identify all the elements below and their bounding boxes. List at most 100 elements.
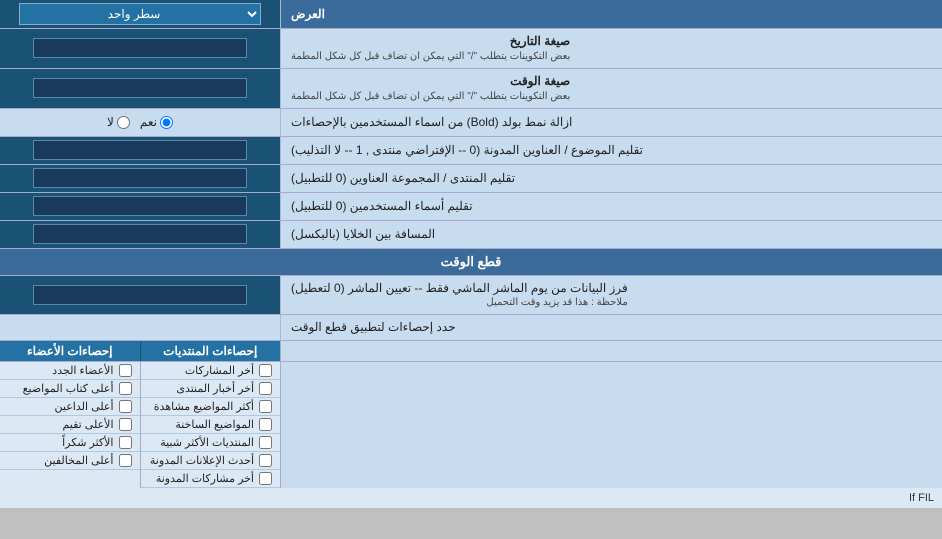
stats-col2-check-2[interactable] [119,400,132,413]
stats-headers: إحصاءات المنتديات إحصاءات الأعضاء [0,341,942,362]
stats-col1-label-5: أحدث الإعلانات المدونة [150,454,254,467]
stats-items-container: أخر المشاركات أخر أخبار المنتدى أكثر الم… [0,362,942,488]
bold-remove-row: ازالة نمط بولد (Bold) من اسماء المستخدمي… [0,109,942,137]
stats-col2-check-1[interactable] [119,382,132,395]
cell-spacing-input-cell: 2 [0,221,280,248]
users-order-input[interactable]: 0 [33,196,247,216]
stats-col2-check-0[interactable] [119,364,132,377]
stats-limit-input-cell [0,315,280,340]
forum-order-input[interactable]: 33 [33,168,247,188]
stats-col1-item-3: المواضيع الساخنة [141,416,281,434]
bold-remove-label: ازالة نمط بولد (Bold) من اسماء المستخدمي… [280,109,942,136]
snapshot-title: فرز البيانات من يوم الماشر الماشي فقط --… [291,280,628,297]
stats-col2-label-0: الأعضاء الجدد [52,364,113,377]
stats-col1-label-4: المنتديات الأكثر شبية [160,436,254,449]
bold-remove-title: ازالة نمط بولد (Bold) من اسماء المستخدمي… [291,114,572,131]
main-container: العرض سطر واحدسطرينثلاثة أسطر صيغة التار… [0,0,942,508]
snapshot-section-title: قطع الوقت [0,249,942,275]
stats-col1-header: إحصاءات المنتديات [140,341,281,361]
stats-col2-item-2: أعلى الداعين [0,398,140,416]
snapshot-section-row: قطع الوقت [0,249,942,276]
stats-col1-item-1: أخر أخبار المنتدى [141,380,281,398]
users-order-title: تقليم أسماء المستخدمين (0 للتطبيل) [291,198,473,215]
stats-limit-row: حدد إحصاءات لتطبيق قطع الوقت [0,315,942,341]
bold-no-text: لا [107,115,114,129]
header-row: العرض سطر واحدسطرينثلاثة أسطر [0,0,942,29]
stats-col2-item-5: أعلى المخالفين [0,452,140,470]
date-format-title: صيغة التاريخ [291,33,570,50]
footer-text: If FIL [0,488,942,508]
bold-remove-radio-cell: نعم لا [0,109,280,136]
cell-spacing-input[interactable]: 2 [33,224,247,244]
stats-col2-item-1: أعلى كتاب المواضيع [0,380,140,398]
stats-col2-check-3[interactable] [119,418,132,431]
time-format-input[interactable]: H:i [33,78,247,98]
topics-order-row: تقليم الموضوع / العناوين المدونة (0 -- ا… [0,137,942,165]
stats-limit-label: حدد إحصاءات لتطبيق قطع الوقت [280,315,942,340]
lines-select-cell: سطر واحدسطرينثلاثة أسطر [0,0,280,28]
date-format-sublabel: بعض التكوينات يتطلب "/" التي يمكن ان تضا… [291,50,570,64]
cell-spacing-label: المسافة بين الخلايا (بالبكسل) [280,221,942,248]
topics-order-title: تقليم الموضوع / العناوين المدونة (0 -- ا… [291,142,643,159]
date-format-label: صيغة التاريخ بعض التكوينات يتطلب "/" الت… [280,29,942,68]
bold-yes-label[interactable]: نعم [140,115,173,129]
bold-yes-text: نعم [140,115,157,129]
stats-limit-title: حدد إحصاءات لتطبيق قطع الوقت [291,319,456,336]
snapshot-label: فرز البيانات من يوم الماشر الماشي فقط --… [280,276,942,315]
stats-col1-check-2[interactable] [259,400,272,413]
display-label: العرض [280,0,942,28]
stats-empty-col [280,362,942,488]
stats-col1-item-6: أخر مشاركات المدونة [141,470,281,488]
stats-col2-check-5[interactable] [119,454,132,467]
stats-col2-header: إحصاءات الأعضاء [0,341,140,361]
stats-right-empty [280,341,942,361]
users-order-row: تقليم أسماء المستخدمين (0 للتطبيل) 0 [0,193,942,221]
time-format-title: صيغة الوقت [291,73,570,90]
stats-col1-check-6[interactable] [259,472,272,485]
stats-col1-check-0[interactable] [259,364,272,377]
stats-col1-check-1[interactable] [259,382,272,395]
stats-col1-item-0: أخر المشاركات [141,362,281,380]
snapshot-note: ملاحظة : هذا قد يزيد وقت التحميل [291,296,628,310]
snapshot-input-cell: 0 [0,276,280,315]
time-format-label: صيغة الوقت بعض التكوينات يتطلب "/" التي … [280,69,942,108]
forum-order-label: تقليم المنتدى / المجموعة العناوين (0 للت… [280,165,942,192]
time-format-row: صيغة الوقت بعض التكوينات يتطلب "/" التي … [0,69,942,109]
date-format-input-cell: d-m [0,29,280,68]
stats-col2-item-4: الأكثر شكراً [0,434,140,452]
stats-col2-item-3: الأعلى تقيم [0,416,140,434]
stats-col1-label-0: أخر المشاركات [185,364,254,377]
stats-col1-label-6: أخر مشاركات المدونة [156,472,254,485]
stats-col1-check-5[interactable] [259,454,272,467]
stats-col1-item-5: أحدث الإعلانات المدونة [141,452,281,470]
snapshot-row: فرز البيانات من يوم الماشر الماشي فقط --… [0,276,942,316]
lines-select[interactable]: سطر واحدسطرينثلاثة أسطر [19,3,260,25]
stats-col1-check-3[interactable] [259,418,272,431]
stats-col2-label-2: أعلى الداعين [55,400,114,413]
stats-col1-check-4[interactable] [259,436,272,449]
users-order-input-cell: 0 [0,193,280,220]
topics-order-input[interactable]: 33 [33,140,247,160]
stats-col2-items: الأعضاء الجدد أعلى كتاب المواضيع أعلى ال… [0,362,140,488]
cell-spacing-title: المسافة بين الخلايا (بالبكسل) [291,226,435,243]
bold-yes-radio[interactable] [160,116,173,129]
stats-cols-container: إحصاءات المنتديات إحصاءات الأعضاء [0,341,280,361]
forum-order-row: تقليم المنتدى / المجموعة العناوين (0 للت… [0,165,942,193]
stats-col1-items: أخر المشاركات أخر أخبار المنتدى أكثر الم… [140,362,281,488]
stats-col1-item-2: أكثر المواضيع مشاهدة [141,398,281,416]
users-order-label: تقليم أسماء المستخدمين (0 للتطبيل) [280,193,942,220]
stats-col1-item-4: المنتديات الأكثر شبية [141,434,281,452]
time-format-input-cell: H:i [0,69,280,108]
stats-col1-label-1: أخر أخبار المنتدى [176,382,254,395]
time-format-sublabel: بعض التكوينات يتطلب "/" التي يمكن ان تضا… [291,90,570,104]
snapshot-input[interactable]: 0 [33,285,247,305]
date-format-input[interactable]: d-m [33,38,247,58]
bold-no-radio[interactable] [117,116,130,129]
stats-items-cols: أخر المشاركات أخر أخبار المنتدى أكثر الم… [0,362,280,488]
stats-col1-label-3: المواضيع الساخنة [175,418,254,431]
topics-order-label: تقليم الموضوع / العناوين المدونة (0 -- ا… [280,137,942,164]
stats-col2-item-0: الأعضاء الجدد [0,362,140,380]
stats-col1-label-2: أكثر المواضيع مشاهدة [154,400,254,413]
stats-col2-check-4[interactable] [119,436,132,449]
bold-no-label[interactable]: لا [107,115,130,129]
